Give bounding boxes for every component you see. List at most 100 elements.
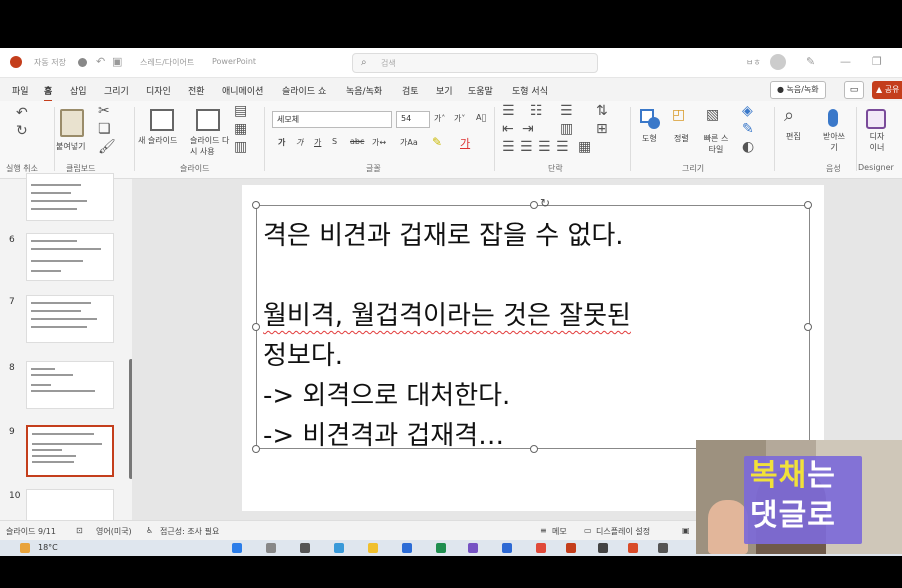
cut-icon[interactable]: ✂ xyxy=(98,103,110,119)
font-name-select[interactable]: 세모체 xyxy=(272,111,392,128)
word-icon[interactable] xyxy=(502,543,512,553)
resize-handle[interactable] xyxy=(252,201,260,209)
powerpoint-taskbar-icon[interactable] xyxy=(566,543,576,553)
justify-icon[interactable]: ☰ xyxy=(556,139,569,155)
tab-view[interactable]: 보기 xyxy=(436,84,453,97)
slide-thumbnail[interactable] xyxy=(26,295,114,343)
increase-indent-icon[interactable]: ⇥ xyxy=(522,121,534,137)
restore-icon[interactable]: ❐ xyxy=(872,55,882,68)
reuse-slide-icon[interactable] xyxy=(196,109,220,131)
reuse-slide-label[interactable]: 슬라이드 다시 사용 xyxy=(190,135,230,157)
spacing-icon[interactable]: 가↔ xyxy=(372,137,386,148)
resize-handle[interactable] xyxy=(804,201,812,209)
underline-icon[interactable]: 가 xyxy=(314,137,321,148)
shape-outline-icon[interactable]: ✎ xyxy=(742,121,754,137)
copy-icon[interactable]: ❏ xyxy=(98,121,111,137)
text-direction-icon[interactable]: ⇅ xyxy=(596,103,608,119)
file-explorer-icon[interactable] xyxy=(368,543,378,553)
new-slide-label[interactable]: 새 슬라이드 xyxy=(138,135,177,146)
shape-effects-icon[interactable]: ◐ xyxy=(742,139,754,155)
rotate-handle-icon[interactable]: ↻ xyxy=(540,196,550,210)
quick-styles-label[interactable]: 빠른 스타일 xyxy=(702,133,730,155)
display-settings-button[interactable]: 디스플레이 설정 xyxy=(596,526,650,537)
undo-icon[interactable]: ↶ xyxy=(16,105,28,121)
notes-button[interactable]: 메모 xyxy=(552,526,567,537)
comments-button[interactable]: ▭ xyxy=(844,81,864,99)
bullets-icon[interactable]: ☰ xyxy=(502,103,515,119)
new-slide-icon[interactable] xyxy=(150,109,174,131)
save-icon[interactable]: ▣ xyxy=(112,55,122,68)
highlight-icon[interactable]: ✎ xyxy=(432,135,442,149)
tab-file[interactable]: 파일 xyxy=(12,84,29,97)
pen-icon[interactable]: ✎ xyxy=(806,55,815,68)
resize-handle[interactable] xyxy=(252,323,260,331)
tab-record[interactable]: 녹음/녹화 xyxy=(346,84,382,97)
resize-handle[interactable] xyxy=(804,323,812,331)
slide-thumbnail[interactable] xyxy=(26,361,114,409)
spellcheck-icon[interactable]: ⊡ xyxy=(76,526,83,535)
accessibility-icon[interactable]: ♿ xyxy=(146,526,153,535)
smartart-icon[interactable]: ▦ xyxy=(578,139,591,155)
task-view-icon[interactable] xyxy=(300,543,310,553)
chrome-icon[interactable] xyxy=(536,543,546,553)
case-icon[interactable]: 가Aa xyxy=(400,137,418,148)
avatar[interactable] xyxy=(770,54,786,70)
grow-font-icon[interactable]: 가˄ xyxy=(434,113,445,124)
align-right-icon[interactable]: ☰ xyxy=(538,139,551,155)
app-icon[interactable] xyxy=(598,543,608,553)
slide-thumbnails-panel[interactable]: 6 7 8 9 10 xyxy=(0,173,133,537)
dictate-label[interactable]: 받아쓰기 xyxy=(822,131,846,153)
align-text-icon[interactable]: ⊞ xyxy=(596,121,608,137)
search-icon[interactable] xyxy=(266,543,276,553)
tab-slideshow[interactable]: 슬라이드 쇼 xyxy=(282,84,326,97)
tab-design[interactable]: 디자인 xyxy=(146,84,171,97)
font-size-select[interactable]: 54 xyxy=(396,111,430,128)
shrink-font-icon[interactable]: 가˅ xyxy=(454,113,465,124)
accessibility-status[interactable]: 접근성: 조사 필요 xyxy=(160,526,219,537)
tab-review[interactable]: 검토 xyxy=(402,84,419,97)
language-indicator[interactable]: 영어(미국) xyxy=(96,526,132,537)
bold-icon[interactable]: 가 xyxy=(278,137,285,148)
align-center-icon[interactable]: ☰ xyxy=(520,139,533,155)
display-icon[interactable]: ▭ xyxy=(584,526,592,535)
font-color-icon[interactable]: 가 xyxy=(460,135,470,151)
excel-icon[interactable] xyxy=(436,543,446,553)
store-icon[interactable] xyxy=(402,543,412,553)
decrease-indent-icon[interactable]: ⇤ xyxy=(502,121,514,137)
tab-animations[interactable]: 애니메이션 xyxy=(222,84,263,97)
tab-help[interactable]: 도움말 xyxy=(468,84,493,97)
app-icon[interactable] xyxy=(468,543,478,553)
autosave-toggle[interactable] xyxy=(78,58,87,67)
paste-icon[interactable] xyxy=(60,109,84,137)
slide-thumbnail[interactable] xyxy=(26,233,114,281)
paste-label[interactable]: 붙여넣기 xyxy=(56,141,85,152)
designer-label[interactable]: 디자이너 xyxy=(866,131,888,153)
resize-handle[interactable] xyxy=(530,201,538,209)
arrange-label[interactable]: 정렬 xyxy=(674,133,689,144)
numbering-icon[interactable]: ☷ xyxy=(530,103,543,119)
shapes-icon[interactable] xyxy=(640,109,662,131)
shape-fill-icon[interactable]: ◈ xyxy=(742,103,753,119)
section-icon[interactable]: ▥ xyxy=(234,139,247,155)
search-input[interactable]: ⌕ 검색 xyxy=(352,53,598,73)
slide-body-text[interactable]: 격은 비견과 겁재로 잡을 수 없다. 월비격, 월겁격이라는 것은 잘못된 정… xyxy=(263,216,631,456)
tab-shape-format[interactable]: 도형 서식 xyxy=(512,84,548,97)
slide-thumbnail[interactable] xyxy=(26,173,114,221)
slide-thumbnail-selected[interactable] xyxy=(26,425,114,477)
format-painter-icon[interactable]: 🖌 xyxy=(98,139,116,155)
record-button[interactable]: ● 녹음/녹화 xyxy=(770,81,826,99)
reset-icon[interactable]: ▦ xyxy=(234,121,247,137)
microphone-icon[interactable] xyxy=(828,109,838,127)
align-left-icon[interactable]: ☰ xyxy=(502,139,515,155)
start-icon[interactable] xyxy=(232,543,242,553)
resize-handle[interactable] xyxy=(252,445,260,453)
clear-format-icon[interactable]: A⃠ xyxy=(476,113,486,122)
strikethrough-icon[interactable]: abc xyxy=(350,137,364,146)
weather-icon[interactable] xyxy=(20,543,30,553)
app-icon[interactable] xyxy=(658,543,668,553)
share-button[interactable]: ▲ 공유 xyxy=(872,81,902,99)
edge-icon[interactable] xyxy=(334,543,344,553)
text-box[interactable]: ↻ 격은 비견과 겁재로 잡을 수 없다. 월비격, 월겁격이라는 것은 잘못된… xyxy=(252,196,812,453)
tab-transitions[interactable]: 전환 xyxy=(188,84,205,97)
redo-icon[interactable]: ↻ xyxy=(16,123,28,139)
